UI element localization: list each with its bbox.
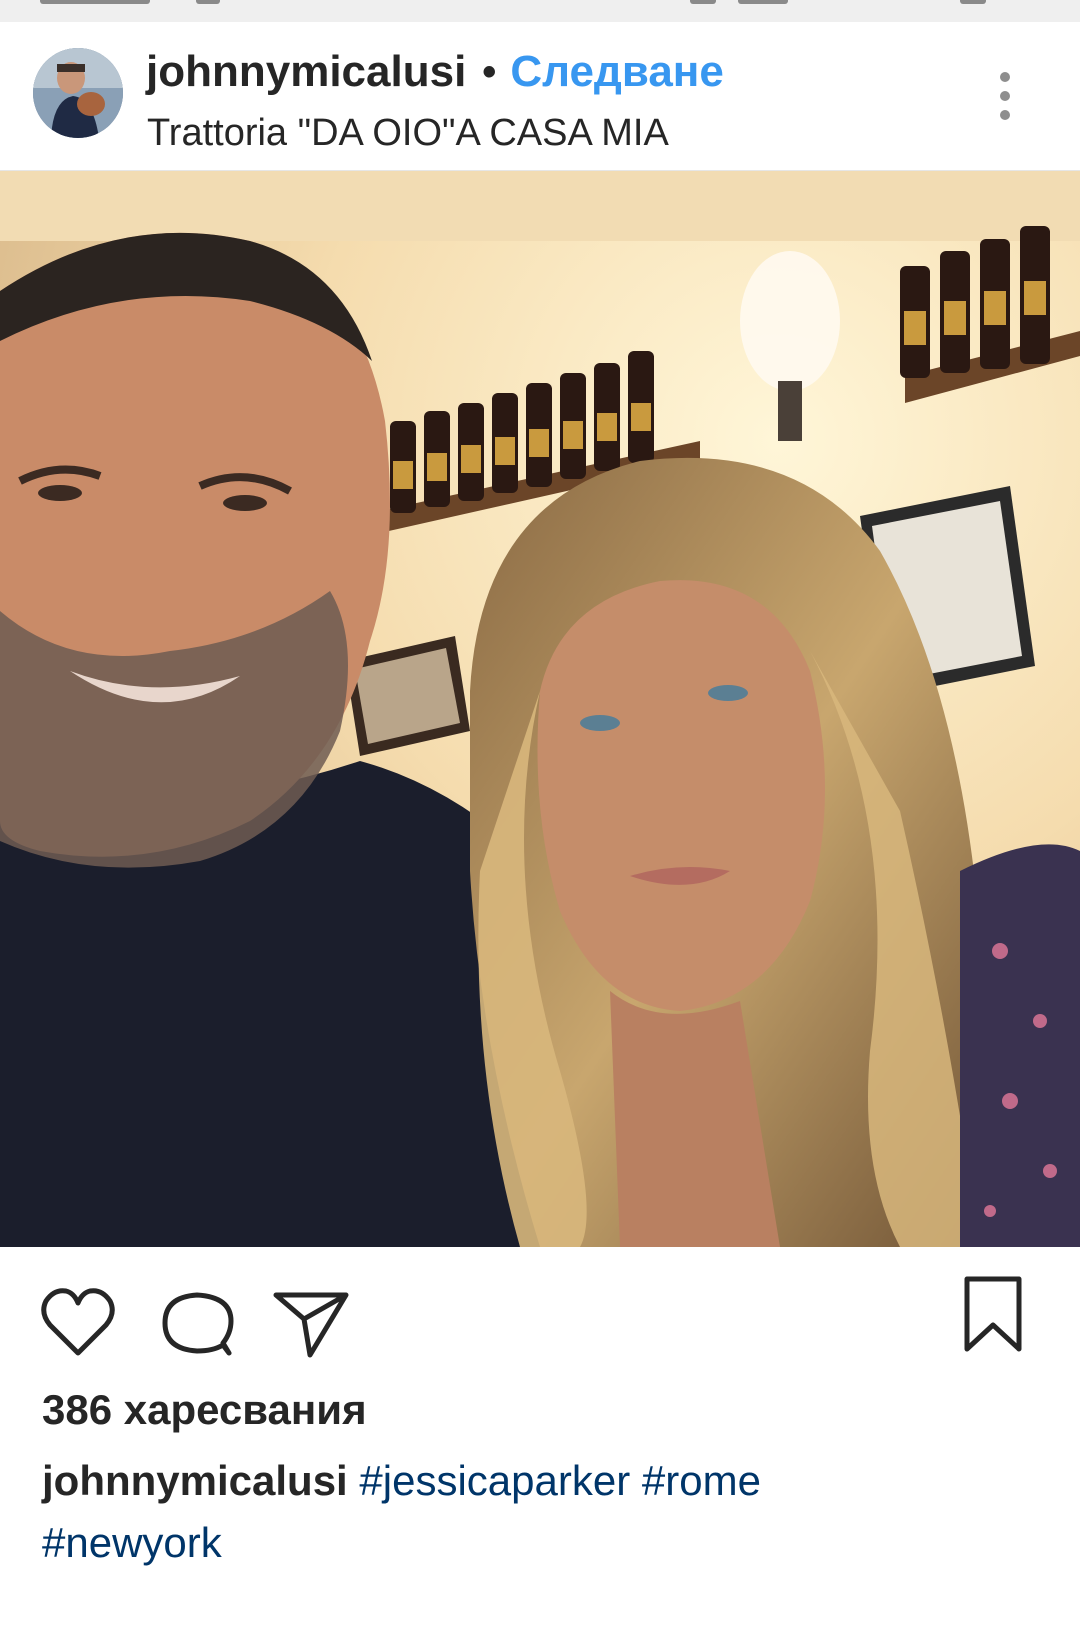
hashtag-link[interactable]: #jessicaparker: [359, 1457, 630, 1504]
cut-off-comments-link: [42, 1600, 942, 1627]
more-vertical-icon[interactable]: [985, 68, 1025, 124]
more-dot: [1000, 91, 1010, 101]
status-time-fragment: [40, 0, 150, 4]
bookmark-icon[interactable]: [961, 1273, 1025, 1357]
separator-dot: •: [482, 49, 497, 94]
status-bar: [0, 0, 1080, 22]
caption-username[interactable]: johnnymicalusi: [42, 1457, 348, 1504]
username-row: johnnymicalusi • Следване: [146, 42, 724, 102]
follow-button[interactable]: Следване: [510, 47, 724, 97]
status-notification-icon: [196, 0, 220, 4]
avatar[interactable]: [33, 48, 123, 138]
hashtag-link[interactable]: #rome: [642, 1457, 761, 1504]
post-username[interactable]: johnnymicalusi: [146, 47, 466, 97]
status-signal-icon: [690, 0, 716, 4]
action-bar: [0, 1247, 1080, 1358]
status-wifi-icon: [738, 0, 788, 4]
hashtag-link[interactable]: #newyork: [42, 1519, 222, 1566]
more-dot: [1000, 72, 1010, 82]
post-caption: johnnymicalusi #jessicaparker #rome #new…: [42, 1450, 1042, 1574]
status-battery-icon: [960, 0, 986, 4]
heart-icon[interactable]: [38, 1283, 118, 1363]
comment-icon[interactable]: [157, 1283, 237, 1363]
post-photo[interactable]: [0, 171, 1080, 1247]
likes-count[interactable]: 386 харесвания: [42, 1386, 367, 1434]
post-location[interactable]: Trattoria "DA OIO"A CASA MIA: [147, 112, 669, 155]
post-header: johnnymicalusi • Следване Trattoria "DA …: [0, 22, 1080, 171]
selfie-photo: [0, 171, 1080, 1247]
more-dot: [1000, 110, 1010, 120]
avatar-image: [33, 48, 123, 138]
send-icon[interactable]: [272, 1283, 352, 1363]
